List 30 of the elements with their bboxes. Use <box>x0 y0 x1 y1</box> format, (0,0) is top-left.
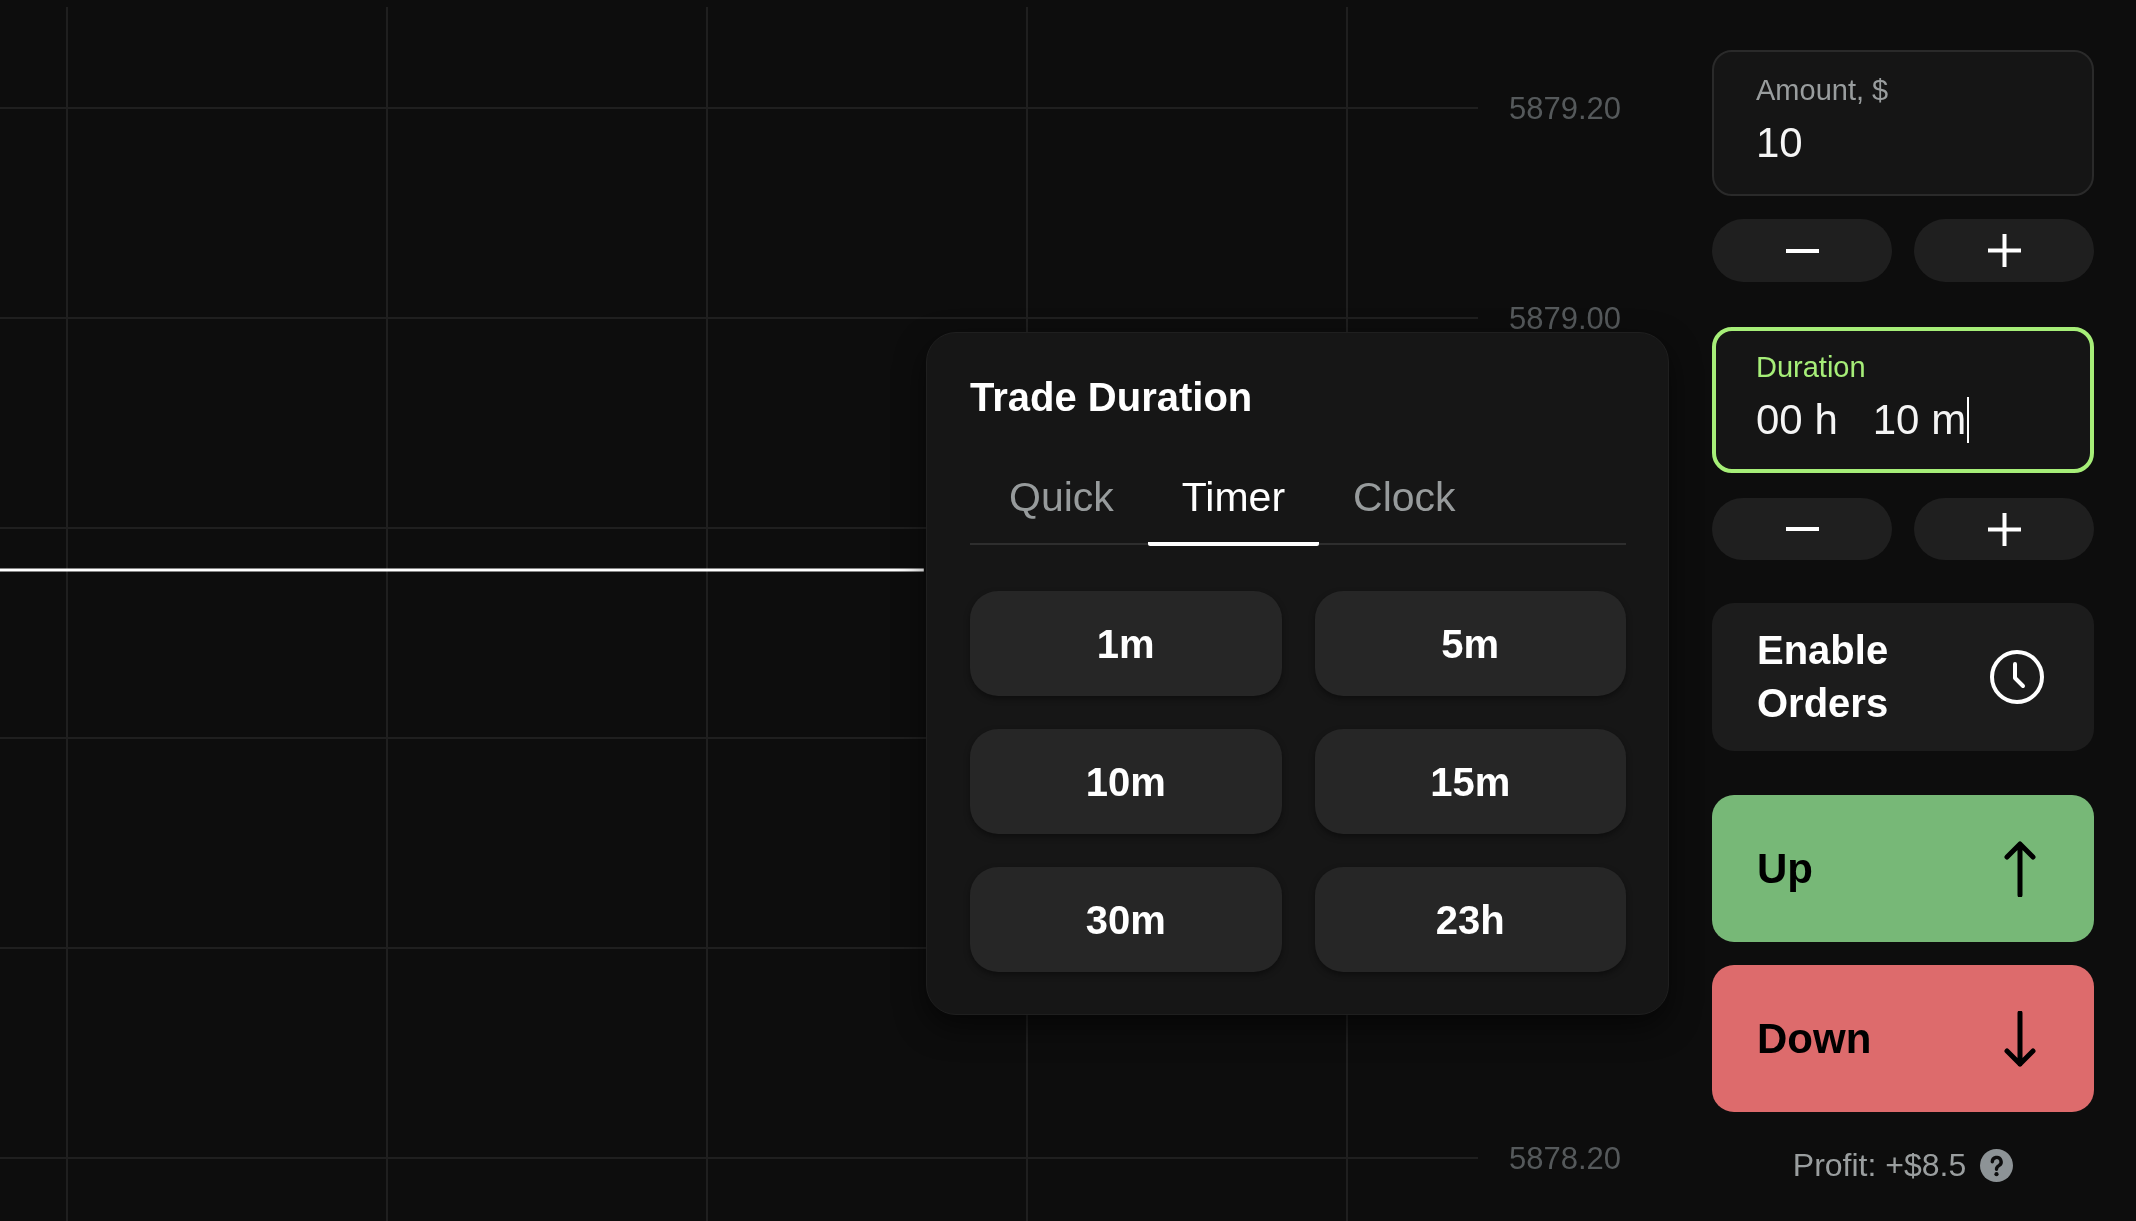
field-label: Duration <box>1756 350 1866 385</box>
duration-preset-button[interactable]: 30m <box>970 867 1282 972</box>
axis-label: 5879.00 <box>1509 300 1622 336</box>
tab[interactable]: Clock <box>1319 461 1490 546</box>
profit-text: Profit: +$8.5 <box>1792 1146 1967 1185</box>
plus-icon <box>1987 234 2021 267</box>
input-field[interactable]: Amount, $ 10 <box>1712 50 2094 196</box>
up-button[interactable]: Up <box>1712 795 2094 942</box>
input-field[interactable]: Duration 00 h 10 m <box>1712 327 2094 473</box>
axis-label: 5878.20 <box>1509 1140 1622 1176</box>
minus-icon <box>1785 527 1819 531</box>
help-icon[interactable] <box>1980 1148 2014 1182</box>
field-label: Amount, $ <box>1756 73 1889 108</box>
tab[interactable]: Timer <box>1147 461 1320 546</box>
duration-preset-button[interactable]: 10m <box>970 729 1282 834</box>
clock-icon <box>1990 650 2044 704</box>
arrow-down-icon <box>2004 1010 2036 1067</box>
popup-title: Trade Duration <box>970 374 1253 421</box>
duration-preset-button[interactable]: 5m <box>1314 591 1626 696</box>
duration-preset-button[interactable]: 23h <box>1314 867 1626 972</box>
enable-orders-button[interactable]: Enable Orders <box>1712 603 2094 751</box>
tab[interactable]: Quick <box>975 461 1148 546</box>
down-button[interactable]: Down <box>1712 965 2094 1112</box>
text-cursor-icon <box>1967 397 1970 443</box>
plus-icon <box>1987 512 2021 546</box>
duration-preset-button[interactable]: 15m <box>1314 729 1626 834</box>
axis-label: 5879.20 <box>1509 90 1622 126</box>
arrow-up-icon <box>2004 840 2036 897</box>
duration-preset-button[interactable]: 1m <box>970 591 1282 696</box>
minus-icon <box>1785 248 1819 253</box>
